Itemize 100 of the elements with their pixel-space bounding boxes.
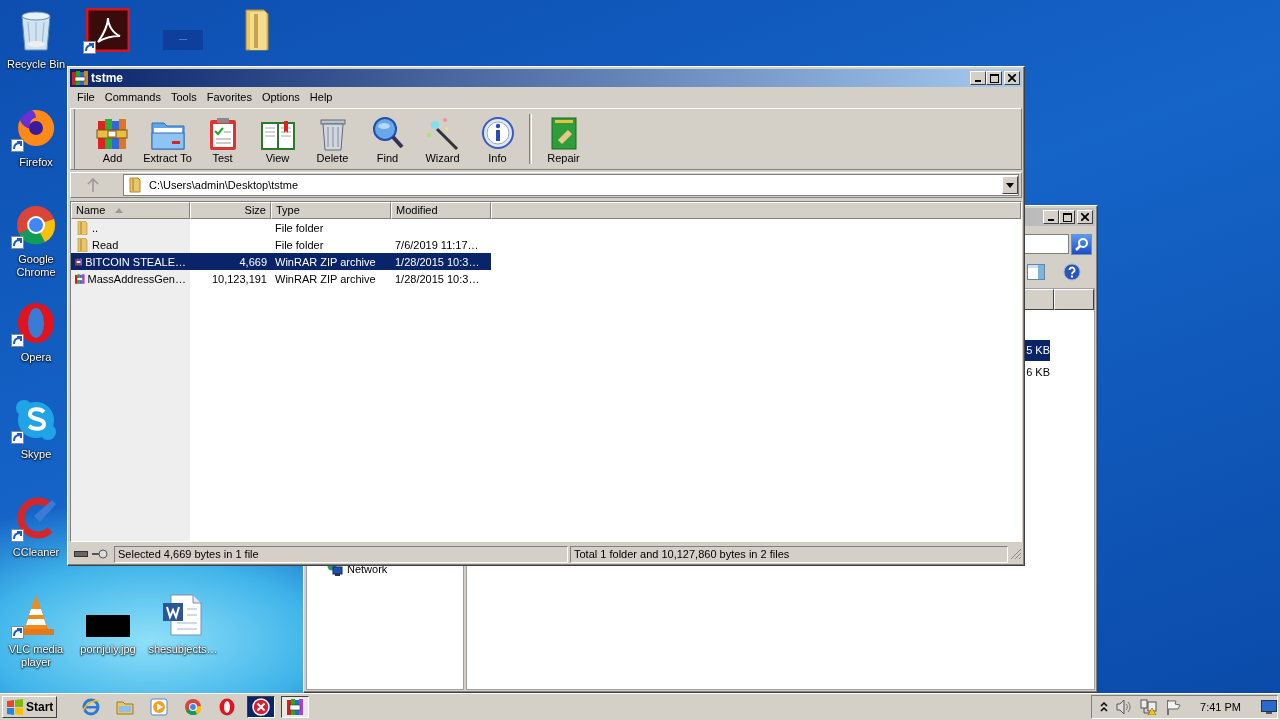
browser-e-icon: [82, 698, 101, 716]
folder-icon: [116, 698, 135, 716]
path-field[interactable]: C:\Users\admin\Desktop\tstme: [123, 174, 1019, 196]
file-row[interactable]: Read File folder 7/6/2019 11:17…: [71, 236, 491, 253]
file-modified: 1/28/2015 10:3…: [395, 255, 480, 268]
chevron-up-icon[interactable]: [1100, 702, 1109, 712]
desktop-icon-label: Recycle Bin: [6, 58, 66, 71]
maximize-button[interactable]: [986, 71, 1002, 85]
desktop-icon-label: VLC media player: [7, 643, 65, 669]
menu-item[interactable]: File: [72, 91, 100, 103]
layout-pane-icon[interactable]: [1027, 264, 1045, 280]
column-header[interactable]: Size: [190, 202, 271, 219]
file-modified: 1/28/2015 10:3…: [395, 272, 480, 285]
ring-icon: [218, 698, 237, 716]
dropdown-button[interactable]: [1002, 176, 1018, 194]
menu-item[interactable]: Commands: [99, 91, 166, 103]
network-warning-icon[interactable]: [1140, 699, 1159, 715]
add-button[interactable]: Add: [85, 114, 140, 164]
status-text: Total 1 folder and 10,127,860 bytes in 2 files: [570, 545, 1008, 563]
menu-item[interactable]: Favorites: [201, 91, 257, 103]
dropdown-arrow-icon: [1006, 182, 1014, 188]
file-row[interactable]: .. File folder: [71, 219, 491, 236]
show-desktop-icon[interactable]: [1261, 700, 1277, 714]
document-icon[interactable]: [161, 593, 205, 637]
drive-icon: [74, 550, 88, 558]
up-arrow-icon: [87, 178, 99, 192]
delete-button[interactable]: Delete: [305, 114, 360, 164]
desktop-icon-label: CCleaner: [12, 545, 60, 559]
close-icon: [1081, 213, 1089, 221]
file-modified: 7/6/2019 11:17…: [395, 238, 479, 251]
menu-item[interactable]: Help: [304, 91, 338, 103]
file-name: ..: [92, 221, 99, 234]
desktop-icon-label: Firefox: [19, 155, 53, 169]
archive-books-icon: [72, 70, 88, 86]
pdf-app-icon[interactable]: [86, 8, 130, 52]
search-icon: [1074, 237, 1089, 251]
key-icon: [92, 549, 108, 559]
maximize-icon: [1062, 212, 1072, 222]
desktop-icon-label: pornjuly.jpg: [80, 643, 136, 656]
file-type: File folder: [275, 238, 324, 251]
file-name: Read: [92, 238, 119, 251]
column-header[interactable]: [1024, 289, 1054, 310]
nav-item[interactable]: Network: [347, 563, 388, 575]
folder-icon: [75, 220, 89, 235]
column-header[interactable]: [1054, 289, 1094, 310]
menu-item[interactable]: Tools: [166, 91, 202, 103]
arc-icon[interactable]: [14, 495, 58, 540]
window-title: tstme: [91, 71, 123, 85]
speaker-icon[interactable]: [1116, 699, 1133, 715]
file-size: 10,123,191: [211, 272, 267, 285]
flag-icon[interactable]: [1166, 699, 1183, 715]
folder-icon: [75, 237, 89, 252]
search-field[interactable]: [1023, 234, 1069, 254]
menu-item[interactable]: Options: [256, 91, 305, 103]
test-button[interactable]: Test: [195, 114, 250, 164]
folder-icon: [127, 177, 143, 193]
tricolor-circle-icon: [184, 698, 203, 716]
resize-grip-icon: [1010, 548, 1022, 560]
chat-app-icon[interactable]: [14, 398, 58, 442]
help-icon[interactable]: [1063, 263, 1081, 281]
start-button[interactable]: Start: [2, 696, 58, 718]
clock[interactable]: 7:41 PM: [1200, 701, 1241, 713]
file-type: WinRAR ZIP archive: [275, 272, 376, 285]
file-type: WinRAR ZIP archive: [275, 255, 376, 268]
file-size-cell[interactable]: 6 KB: [1023, 362, 1050, 383]
file-row[interactable]: MassAddressGen… 10,123,191 WinRAR ZIP archive 1/28/2015 10:3…: [71, 270, 491, 287]
books-icon: [286, 698, 305, 716]
archive-icon: [75, 271, 85, 286]
close-icon: [1008, 74, 1016, 82]
maximize-icon: [989, 73, 999, 83]
status-text: Selected 4,669 bytes in 1 file: [114, 545, 568, 563]
desktop-icon-label: Skype: [20, 448, 52, 461]
column-header[interactable]: Name: [71, 202, 190, 219]
windows-flag-icon: [6, 699, 24, 715]
minimize-button[interactable]: [970, 71, 986, 85]
desktop-icon-label: Opera: [20, 350, 52, 364]
repair-button[interactable]: Repair: [536, 114, 591, 164]
wizard-button[interactable]: Wizard: [415, 114, 470, 164]
desktop-icon-label: shesubjects…: [148, 643, 218, 656]
close-button[interactable]: [1004, 71, 1020, 85]
tricolor-circle-icon[interactable]: [14, 203, 58, 247]
search-button[interactable]: [1071, 233, 1092, 255]
info-icon: [479, 114, 516, 151]
column-header[interactable]: Modified: [391, 202, 491, 219]
file-size-cell[interactable]: 5 KB: [1023, 340, 1050, 361]
file-row[interactable]: BITCOIN STEALE… 4,669 WinRAR ZIP archive 1/28/2015 10:3…: [71, 253, 491, 270]
taskbar-button[interactable]: [247, 696, 276, 718]
find-button[interactable]: Find: [360, 114, 415, 164]
taskbar-button[interactable]: [281, 696, 310, 718]
play-icon: [150, 698, 169, 716]
error-x-icon: [252, 698, 271, 716]
info-button[interactable]: Info: [470, 114, 525, 164]
file-size: 4,669: [239, 255, 267, 268]
view-button[interactable]: View: [250, 114, 305, 164]
file-name: MassAddressGen…: [87, 272, 186, 285]
file-type: File folder: [275, 221, 324, 234]
file-name: BITCOIN STEALE…: [85, 255, 186, 268]
desktop-icon-label: Google Chrome: [15, 253, 57, 279]
column-header[interactable]: Type: [271, 202, 391, 219]
extract-button[interactable]: Extract To: [140, 114, 195, 164]
